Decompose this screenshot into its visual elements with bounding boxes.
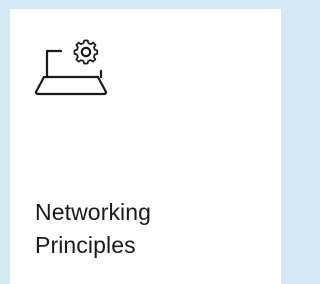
laptop-gear-icon — [31, 32, 107, 104]
card-title: Networking Principles — [35, 196, 265, 262]
card-title-line-2: Principles — [35, 232, 136, 258]
card-title-line-1: Networking — [35, 199, 152, 225]
course-card[interactable]: Networking Principles — [10, 9, 281, 284]
